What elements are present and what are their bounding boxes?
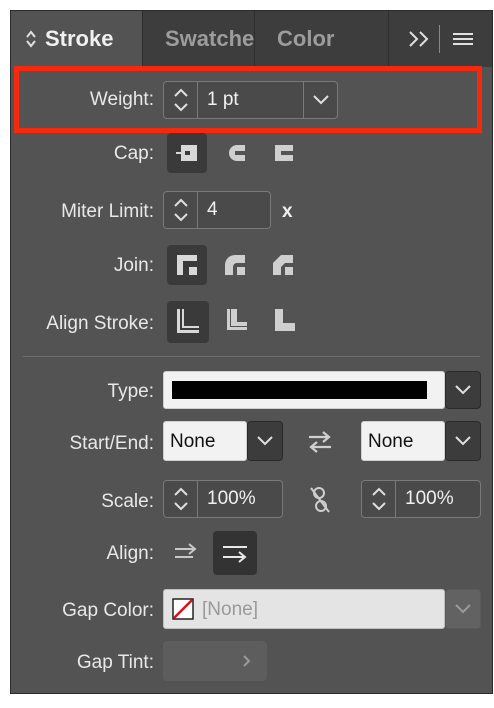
chevron-down-icon xyxy=(257,436,273,446)
double-chevron-right-icon xyxy=(409,31,429,47)
align-outside-button[interactable] xyxy=(263,301,305,343)
gap-color-label: Gap Color: xyxy=(62,600,154,621)
section-divider xyxy=(23,356,480,357)
round-join-button[interactable] xyxy=(215,245,255,285)
start-select[interactable]: None xyxy=(163,421,247,461)
gap-tint-label: Gap Tint: xyxy=(76,652,154,673)
scale-label: Scale: xyxy=(101,491,154,512)
weight-highlight-box xyxy=(14,66,482,133)
tab-swatches-label: Swatches xyxy=(165,26,255,51)
chevron-down-icon xyxy=(455,436,471,446)
chevron-down-icon xyxy=(455,385,471,395)
end-select[interactable]: None xyxy=(361,421,445,461)
gap-color-dropdown-button xyxy=(445,589,481,629)
join-label: Join: xyxy=(113,255,154,276)
swap-start-end-button[interactable] xyxy=(305,429,335,455)
end-scale-stepper[interactable] xyxy=(362,481,396,517)
stepper-arrows-icon xyxy=(174,198,188,222)
stepper-arrows-icon xyxy=(372,487,386,511)
start-scale-field[interactable]: 100% xyxy=(163,480,283,518)
miter-join-button[interactable] xyxy=(167,245,207,285)
tab-swatches[interactable]: Swatches xyxy=(143,11,255,67)
type-dropdown-button[interactable] xyxy=(445,371,481,409)
projecting-cap-button[interactable] xyxy=(263,133,303,173)
tab-color[interactable]: Color xyxy=(255,11,389,67)
end-scale-value[interactable]: 100% xyxy=(405,488,454,510)
end-scale-field[interactable]: 100% xyxy=(361,480,481,518)
align-center-icon xyxy=(177,309,199,333)
solid-line-preview xyxy=(172,381,427,399)
align-inside-icon xyxy=(227,309,247,330)
tab-bar: Stroke Swatches Color xyxy=(11,11,492,67)
butt-cap-icon xyxy=(176,145,197,161)
tab-stroke-label: Stroke xyxy=(45,26,114,51)
broken-link-icon xyxy=(310,487,330,513)
gap-tint-field xyxy=(163,641,267,681)
align-stroke-label: Align Stroke: xyxy=(46,313,154,334)
hamburger-menu-icon xyxy=(453,33,473,45)
align-center-button[interactable] xyxy=(167,301,209,343)
stroke-type-select[interactable] xyxy=(163,371,445,409)
tab-color-label: Color xyxy=(277,26,335,51)
bevel-join-button[interactable] xyxy=(263,245,303,285)
chevron-down-icon xyxy=(455,604,471,614)
round-cap-button[interactable] xyxy=(215,133,255,173)
butt-cap-button[interactable] xyxy=(167,133,207,173)
stepper-arrows-icon xyxy=(174,487,188,511)
start-value: None xyxy=(170,431,216,452)
start-scale-stepper[interactable] xyxy=(164,481,198,517)
projecting-cap-icon xyxy=(275,145,293,161)
align-label: Align: xyxy=(106,543,154,564)
miter-stepper[interactable] xyxy=(164,192,198,228)
start-end-label: Start/End: xyxy=(69,433,155,454)
align-outside-icon xyxy=(275,309,295,331)
end-dropdown-button[interactable] xyxy=(445,421,481,461)
end-value: None xyxy=(368,431,414,452)
arrow-tip-end-icon xyxy=(223,546,247,563)
panel-menu-button[interactable] xyxy=(451,28,475,50)
type-label: Type: xyxy=(107,381,154,402)
arrow-tip-beyond-icon xyxy=(175,543,197,558)
gap-color-value: [None] xyxy=(202,599,258,620)
align-inside-button[interactable] xyxy=(215,301,257,343)
miter-limit-value[interactable]: 4 xyxy=(207,199,218,221)
start-scale-value[interactable]: 100% xyxy=(207,488,256,510)
chevron-right-icon xyxy=(243,655,251,667)
tab-stroke[interactable]: Stroke xyxy=(11,11,143,67)
swap-arrows-icon xyxy=(309,431,331,453)
miter-join-icon xyxy=(177,255,197,275)
cap-label: Cap: xyxy=(113,143,154,164)
updown-chevrons-icon xyxy=(26,30,36,48)
round-join-icon xyxy=(225,255,245,275)
overflow-button[interactable] xyxy=(407,28,433,50)
miter-limit-label: Miter Limit: xyxy=(61,201,154,222)
arrow-tip-end-button[interactable] xyxy=(213,531,257,575)
tab-divider xyxy=(439,25,440,53)
bevel-join-icon xyxy=(273,255,293,275)
gap-color-select[interactable]: [None] xyxy=(163,589,445,629)
round-cap-icon xyxy=(229,145,245,161)
miter-unit: x xyxy=(282,201,293,222)
link-scale-button[interactable] xyxy=(307,485,333,515)
none-swatch-icon xyxy=(172,598,194,620)
miter-limit-field[interactable]: 4 xyxy=(163,191,271,229)
arrow-tip-beyond-button[interactable] xyxy=(167,533,207,573)
start-dropdown-button[interactable] xyxy=(247,421,283,461)
